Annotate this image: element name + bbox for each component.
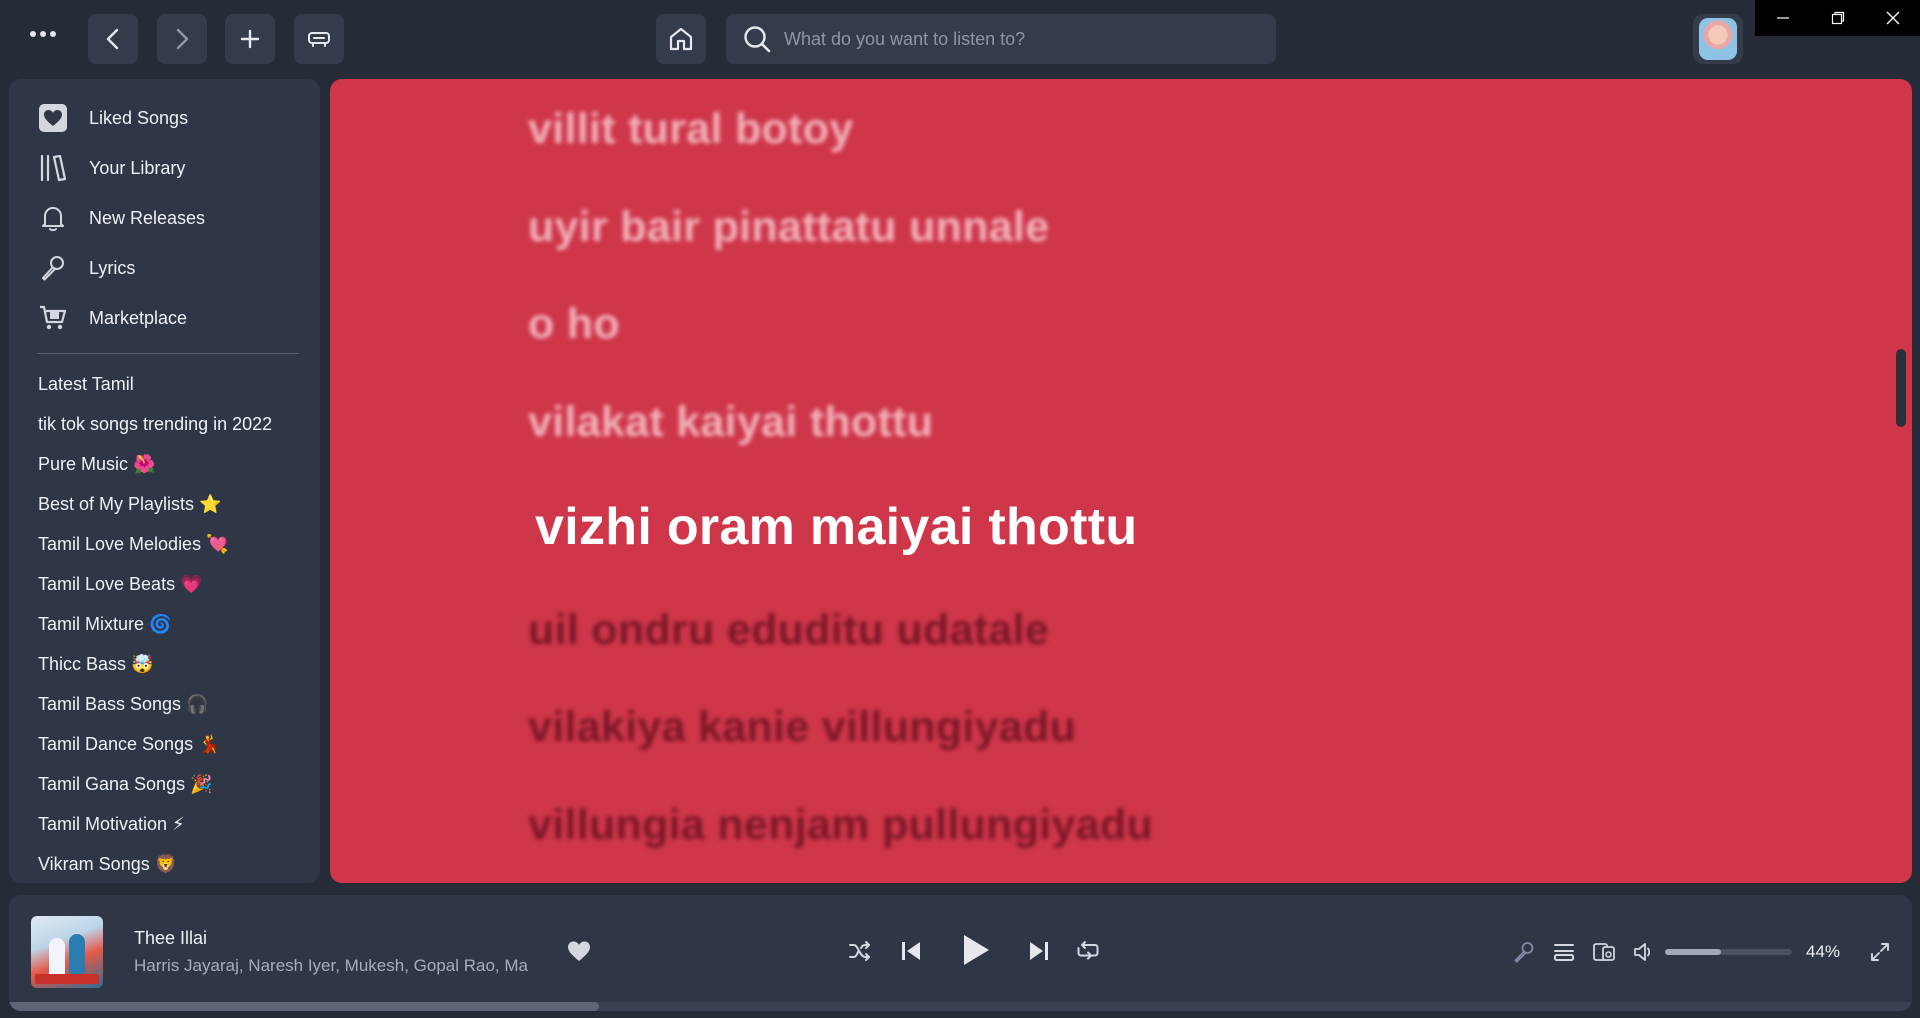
volume-button[interactable] xyxy=(1629,937,1659,967)
chevron-left-icon xyxy=(106,28,119,50)
window-close-button[interactable] xyxy=(1865,0,1920,36)
more-menu-icon[interactable] xyxy=(24,18,62,50)
shuffle-icon xyxy=(849,941,870,961)
playlist-item[interactable]: Pure Music 🌺 xyxy=(38,454,155,475)
sidebar: Liked Songs Your Library New Releases Ly… xyxy=(9,79,320,883)
playback-progress-bar[interactable] xyxy=(9,1002,1912,1011)
queue-button[interactable] xyxy=(1549,937,1579,967)
microphone-icon xyxy=(1514,942,1534,963)
lyric-line[interactable]: uyir bair pinattatu unnale xyxy=(528,203,1049,252)
playlist-item[interactable]: Tamil Motivation ⚡ xyxy=(38,814,185,835)
search-icon xyxy=(744,26,771,53)
repeat-icon xyxy=(1077,941,1099,960)
window-minimize-button[interactable] xyxy=(1755,0,1810,36)
play-icon xyxy=(964,935,989,965)
minimize-icon xyxy=(1776,17,1789,19)
playlist-item[interactable]: Latest Tamil xyxy=(38,374,134,395)
track-title[interactable]: Thee Illai xyxy=(134,928,207,949)
like-button[interactable] xyxy=(566,939,592,963)
playlist-item[interactable]: Tamil Love Beats 💗 xyxy=(38,574,202,595)
add-button[interactable] xyxy=(225,14,275,64)
devices-icon xyxy=(1593,943,1615,961)
search-bar[interactable] xyxy=(726,14,1276,64)
shuffle-button[interactable] xyxy=(845,936,875,966)
playlist-item[interactable]: Vikram Songs 🦁 xyxy=(38,854,177,875)
player-bar: Thee Illai Harris Jayaraj, Naresh Iyer, … xyxy=(9,895,1912,1011)
sidebar-item-label: Marketplace xyxy=(89,307,188,328)
user-avatar[interactable] xyxy=(1693,14,1743,64)
lyrics-panel: villit tural botoy uyir bair pinattatu u… xyxy=(330,79,1912,883)
forward-button[interactable] xyxy=(157,14,207,64)
sidebar-item-label: New Releases xyxy=(89,207,206,228)
lyric-line[interactable]: villit tural botoy xyxy=(528,105,854,154)
queue-icon xyxy=(1554,944,1574,961)
repeat-button[interactable] xyxy=(1073,936,1103,966)
back-button[interactable] xyxy=(88,14,138,64)
next-button[interactable] xyxy=(1023,935,1055,967)
lyric-line[interactable]: o ho xyxy=(528,300,620,349)
sidebar-item-lyrics[interactable]: Lyrics xyxy=(37,248,135,288)
sidebar-item-marketplace[interactable]: Marketplace xyxy=(37,298,187,338)
window-restore-button[interactable] xyxy=(1810,0,1865,36)
sidebar-item-label: Lyrics xyxy=(89,257,136,278)
sidebar-item-label: Your Library xyxy=(89,157,186,178)
window-controls xyxy=(1755,0,1920,36)
lyric-line[interactable]: uil ondru eduditu udatale xyxy=(528,606,1049,655)
sidebar-item-label: Liked Songs xyxy=(89,107,189,128)
playlist-item[interactable]: Thicc Bass 🤯 xyxy=(38,654,153,675)
top-bar xyxy=(0,0,1920,78)
volume-icon xyxy=(1634,943,1651,961)
chevron-right-icon xyxy=(176,28,189,50)
lyrics-scrollbar[interactable] xyxy=(1896,349,1906,427)
playlist-item[interactable]: Best of My Playlists ⭐ xyxy=(38,494,221,515)
sidebar-item-liked-songs[interactable]: Liked Songs xyxy=(37,98,188,138)
skip-previous-icon xyxy=(902,942,920,960)
bell-icon xyxy=(37,202,69,234)
cart-icon xyxy=(37,302,69,334)
playlist-item[interactable]: Tamil Gana Songs 🎉 xyxy=(38,774,213,795)
avatar-image xyxy=(1699,18,1737,60)
playlist-item[interactable]: Tamil Bass Songs 🎧 xyxy=(38,694,208,715)
mini-player-icon xyxy=(308,32,330,47)
play-button[interactable] xyxy=(953,927,999,973)
sidebar-item-new-releases[interactable]: New Releases xyxy=(37,198,205,238)
playlist-item[interactable]: Tamil Love Melodies 💘 xyxy=(38,534,229,555)
lyric-line[interactable]: villungia nenjam pullungiyadu xyxy=(528,801,1153,850)
lyric-line[interactable]: vilakat kaiyai thottu xyxy=(528,398,933,447)
playlist-item[interactable]: Tamil Dance Songs 💃 xyxy=(38,734,221,755)
lyric-line-current[interactable]: vizhi oram maiyai thottu xyxy=(535,497,1137,557)
volume-slider-fill xyxy=(1665,949,1721,955)
sidebar-divider xyxy=(37,353,299,354)
home-button[interactable] xyxy=(656,14,706,64)
search-input[interactable] xyxy=(784,28,1264,50)
mini-player-button[interactable] xyxy=(294,14,344,64)
plus-icon xyxy=(240,29,260,49)
microphone-icon xyxy=(37,252,69,284)
library-icon xyxy=(37,152,69,184)
lyric-line[interactable]: vilakiya kanie villungiyadu xyxy=(528,703,1076,752)
previous-button[interactable] xyxy=(895,935,927,967)
heart-icon xyxy=(37,102,69,134)
fullscreen-button[interactable] xyxy=(1865,937,1895,967)
expand-icon xyxy=(1871,943,1889,961)
playlist-item[interactable]: Tamil Mixture 🌀 xyxy=(38,614,171,635)
skip-next-icon xyxy=(1030,942,1048,960)
lyrics-button[interactable] xyxy=(1509,937,1539,967)
close-icon xyxy=(1886,11,1899,25)
devices-button[interactable] xyxy=(1589,937,1619,967)
heart-icon xyxy=(568,941,590,961)
album-cover[interactable] xyxy=(31,916,103,988)
playlist-item[interactable]: tik tok songs trending in 2022 xyxy=(38,414,272,435)
playback-progress-fill xyxy=(9,1002,599,1011)
volume-slider[interactable] xyxy=(1665,949,1792,955)
track-artists[interactable]: Harris Jayaraj, Naresh Iyer, Mukesh, Gop… xyxy=(134,956,558,976)
restore-icon xyxy=(1831,11,1844,25)
sidebar-item-your-library[interactable]: Your Library xyxy=(37,148,185,188)
home-icon xyxy=(669,27,693,51)
volume-percentage: 44% xyxy=(1806,942,1841,961)
